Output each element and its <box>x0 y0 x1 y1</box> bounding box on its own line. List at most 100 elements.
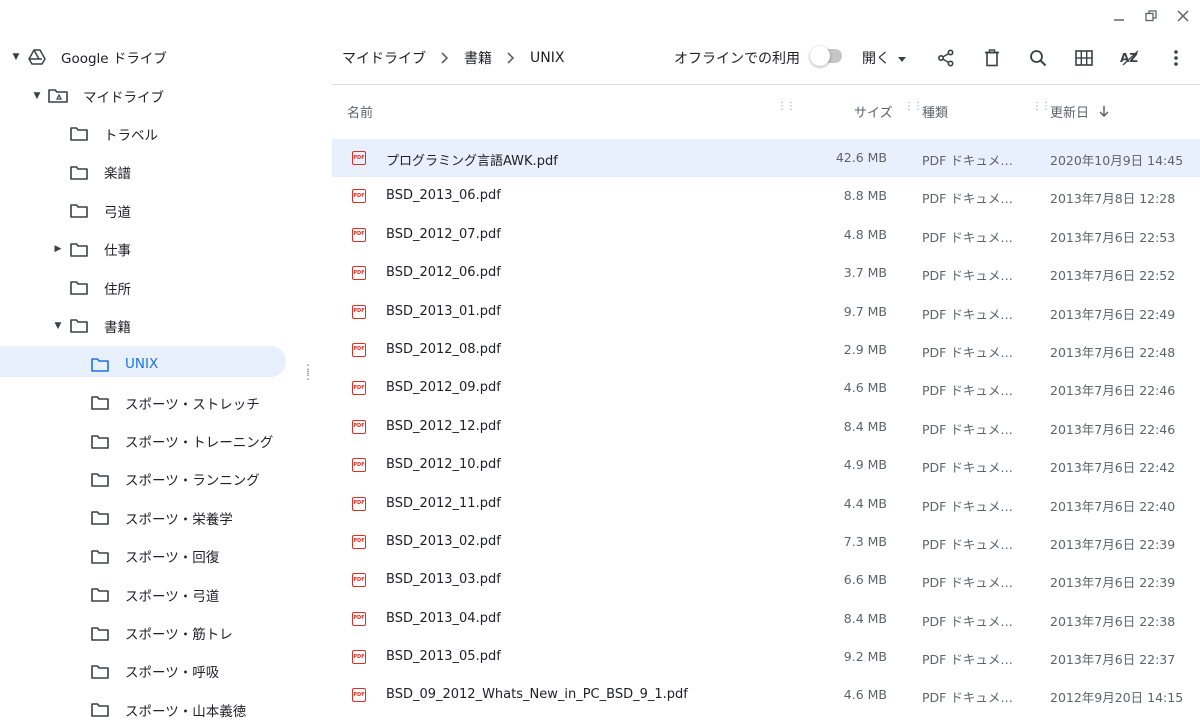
sidebar-item-google-drive[interactable]: ▼ Google ドライブ <box>0 38 330 76</box>
offline-toggle[interactable] <box>810 46 842 66</box>
file-row[interactable]: PDF BSD_2012_08.pdf 2.9 MB PDF ドキュメント 2013年7… <box>332 331 1200 369</box>
column-header-type[interactable]: 種類 <box>922 100 948 122</box>
delete-icon[interactable] <box>981 47 1003 69</box>
file-type: PDF ドキュメント <box>922 268 1022 284</box>
pdf-file-icon: PDF <box>352 496 366 511</box>
more-vert-icon[interactable] <box>1165 47 1187 69</box>
column-header-name[interactable]: 名前 <box>347 100 373 122</box>
caret-down-icon[interactable]: ▼ <box>53 321 63 331</box>
file-row[interactable]: PDF プログラミング言語AWK.pdf 42.6 MB PDF ドキュメント 2020… <box>332 139 1200 178</box>
search-icon[interactable] <box>1027 47 1049 69</box>
arrow-down-icon <box>1099 105 1109 117</box>
sidebar-item-5[interactable]: 住所 <box>0 268 330 306</box>
caret-down-icon[interactable]: ▼ <box>11 52 21 62</box>
column-resize-handle[interactable]: ⋮⋮ <box>904 102 923 117</box>
file-name: BSD_2013_06.pdf <box>386 188 501 204</box>
file-row[interactable]: PDF BSD_2012_09.pdf 4.6 MB PDF ドキュメント 2013年7… <box>332 369 1200 407</box>
sidebar-resize-handle[interactable]: ⋮ ⋮ <box>302 363 314 384</box>
pdf-file-icon: PDF <box>352 381 366 396</box>
open-menu-button[interactable]: 開く <box>862 38 906 78</box>
file-type: PDF ドキュメント <box>922 498 1022 514</box>
sidebar-item-14[interactable]: スポーツ・筋トレ <box>0 614 330 652</box>
file-modified: 2013年7月6日 22:46 <box>1050 421 1176 437</box>
sidebar-item-label: 書籍 <box>104 319 131 336</box>
file-row[interactable]: PDF BSD_2012_12.pdf 8.4 MB PDF ドキュメント 2013年7… <box>332 408 1200 446</box>
file-name: プログラミング言語AWK.pdf <box>386 154 558 169</box>
sidebar-item-label: スポーツ・トレーニング <box>125 435 274 452</box>
grid-view-icon[interactable] <box>1073 47 1095 69</box>
file-row[interactable]: PDF BSD_2012_10.pdf 4.9 MB PDF ドキュメント 2013年7… <box>332 446 1200 484</box>
file-name: BSD_2012_12.pdf <box>386 418 501 434</box>
sort-az-icon[interactable]: AZ <box>1119 47 1141 69</box>
my-drive-icon <box>48 86 68 106</box>
breadcrumb-item-my-drive[interactable]: マイドライブ <box>342 48 426 68</box>
file-size: 3.7 MB <box>843 265 887 281</box>
sidebar-item-label: 仕事 <box>104 243 131 260</box>
file-name: BSD_2013_03.pdf <box>386 572 501 588</box>
file-row[interactable]: PDF BSD_09_2012_Whats_New_in_PC_BSD_9_1.p… <box>332 676 1200 714</box>
file-row[interactable]: PDF BSD_2012_07.pdf 4.8 MB PDF ドキュメント 2013年7… <box>332 216 1200 254</box>
column-resize-handle[interactable]: ⋮⋮ <box>777 102 796 117</box>
minimize-icon[interactable] <box>1110 7 1128 25</box>
chevron-right-icon <box>506 52 516 64</box>
breadcrumb-item-unix: UNIX <box>530 50 565 66</box>
sidebar-item-2[interactable]: 楽譜 <box>0 153 330 191</box>
sidebar-item-7[interactable]: UNIX <box>0 345 330 383</box>
file-type: PDF ドキュメント <box>922 229 1022 245</box>
folder-icon <box>90 585 110 605</box>
column-resize-handle[interactable]: ⋮⋮ <box>1032 102 1051 117</box>
file-row[interactable]: PDF BSD_2012_11.pdf 4.4 MB PDF ドキュメント 2013年7… <box>332 485 1200 523</box>
pdf-file-icon: PDF <box>352 573 366 588</box>
sidebar-item-12[interactable]: スポーツ・回復 <box>0 537 330 575</box>
file-modified: 2013年7月6日 22:46 <box>1050 383 1176 399</box>
file-modified: 2013年7月6日 22:38 <box>1050 613 1176 629</box>
file-size: 4.8 MB <box>843 226 887 242</box>
breadcrumb-item-books[interactable]: 書籍 <box>464 48 492 68</box>
folder-icon <box>90 623 110 643</box>
share-icon[interactable] <box>935 47 957 69</box>
pdf-file-icon: PDF <box>352 419 366 434</box>
file-modified: 2013年7月6日 22:52 <box>1050 268 1176 284</box>
caret-down-icon[interactable]: ▼ <box>32 91 42 101</box>
sidebar-item-0[interactable]: ▼ マイドライブ <box>0 76 330 114</box>
file-row[interactable]: PDF BSD_2013_03.pdf 6.6 MB PDF ドキュメント 2013年7… <box>332 561 1200 599</box>
sidebar-item-9[interactable]: スポーツ・トレーニング <box>0 422 330 460</box>
file-row[interactable]: PDF BSD_2013_01.pdf 9.7 MB PDF ドキュメント 2013年7… <box>332 293 1200 331</box>
caret-right-icon[interactable]: ▶ <box>53 244 63 254</box>
folder-icon <box>69 316 89 336</box>
folder-icon <box>69 239 89 259</box>
sidebar-item-8[interactable]: スポーツ・ストレッチ <box>0 384 330 422</box>
pdf-file-icon: PDF <box>352 189 366 204</box>
close-icon[interactable] <box>1174 7 1192 25</box>
file-type: PDF ドキュメント <box>922 153 1022 168</box>
sidebar-item-6[interactable]: ▼ 書籍 <box>0 307 330 345</box>
sidebar-item-11[interactable]: スポーツ・栄養学 <box>0 499 330 537</box>
pdf-file-icon: PDF <box>352 650 366 665</box>
sidebar-item-label: UNIX <box>125 356 159 373</box>
file-type: PDF ドキュメント <box>922 344 1022 360</box>
file-row[interactable]: PDF BSD_2013_05.pdf 9.2 MB PDF ドキュメント 2013年7… <box>332 638 1200 676</box>
pdf-file-icon: PDF <box>352 611 366 626</box>
file-row[interactable]: PDF BSD_2013_06.pdf 8.8 MB PDF ドキュメント 2013年7… <box>332 177 1200 215</box>
sidebar-item-label: スポーツ・山本義徳 <box>125 703 247 720</box>
restore-icon[interactable] <box>1142 7 1160 25</box>
file-row[interactable]: PDF BSD_2013_02.pdf 7.3 MB PDF ドキュメント 2013年7… <box>332 523 1200 561</box>
sidebar-item-13[interactable]: スポーツ・弓道 <box>0 575 330 613</box>
sidebar-item-15[interactable]: スポーツ・呼吸 <box>0 652 330 690</box>
column-header-size[interactable]: サイズ <box>854 100 893 122</box>
file-row[interactable]: PDF BSD_2013_04.pdf 8.4 MB PDF ドキュメント 2013年7… <box>332 600 1200 638</box>
pdf-file-icon: PDF <box>352 266 366 281</box>
sidebar-item-3[interactable]: 弓道 <box>0 192 330 230</box>
file-type: PDF ドキュメント <box>922 460 1022 476</box>
file-type: PDF ドキュメント <box>922 613 1022 629</box>
column-header-modified[interactable]: 更新日 <box>1050 100 1109 122</box>
pdf-file-icon: PDF <box>352 342 366 357</box>
sidebar-item-16[interactable]: スポーツ・山本義徳 <box>0 691 330 720</box>
sidebar-item-4[interactable]: ▶ 仕事 <box>0 230 330 268</box>
sidebar-item-10[interactable]: スポーツ・ランニング <box>0 460 330 498</box>
file-modified: 2020年10月9日 14:45 <box>1050 153 1184 168</box>
sidebar-item-1[interactable]: トラベル <box>0 115 330 153</box>
folder-icon <box>69 278 89 298</box>
file-row[interactable]: PDF BSD_2012_06.pdf 3.7 MB PDF ドキュメント 2013年7… <box>332 254 1200 292</box>
folder-icon <box>90 431 110 451</box>
